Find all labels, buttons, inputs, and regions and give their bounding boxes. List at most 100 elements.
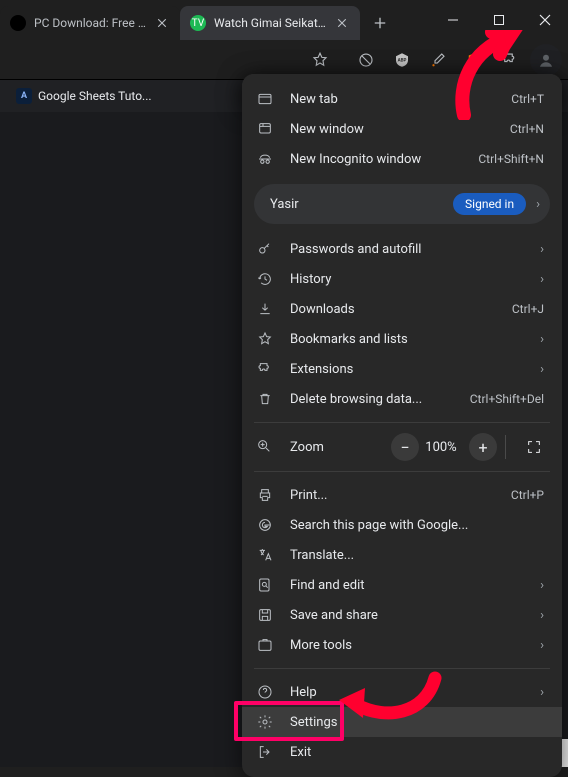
profile-avatar-icon[interactable] <box>530 44 562 76</box>
menu-label: Print... <box>290 488 503 503</box>
profile-name: Yasir <box>270 197 453 212</box>
history-icon <box>256 270 274 288</box>
menu-help[interactable]: Help › <box>242 677 562 707</box>
menu-shortcut: Ctrl+P <box>511 488 544 502</box>
menu-label: Translate... <box>290 548 544 563</box>
signed-in-badge: Signed in <box>453 193 526 215</box>
google-icon <box>256 516 274 534</box>
menu-label: New tab <box>290 92 503 107</box>
bookmark-item-1[interactable]: A Google Sheets Tuto... <box>8 84 160 108</box>
fullscreen-button[interactable] <box>520 433 548 461</box>
help-icon <box>256 683 274 701</box>
menu-shortcut: Ctrl+N <box>510 122 544 136</box>
exit-icon <box>256 743 274 761</box>
star-icon <box>256 330 274 348</box>
new-tab-icon <box>256 90 274 108</box>
menu-clear-data[interactable]: Delete browsing data... Ctrl+Shift+Del <box>242 384 562 414</box>
menu-label: Downloads <box>290 302 504 317</box>
new-window-icon <box>256 120 274 138</box>
menu-translate[interactable]: Translate... <box>242 540 562 570</box>
extension-abp-icon[interactable]: ABP <box>386 44 418 76</box>
menu-new-window[interactable]: New window Ctrl+N <box>242 114 562 144</box>
menu-label: Bookmarks and lists <box>290 332 532 347</box>
tab-2[interactable]: TV Watch Gimai Seikatsu <box>180 6 360 40</box>
extension-shield-icon[interactable] <box>458 44 490 76</box>
tab-2-favicon: TV <box>190 15 206 31</box>
menu-label: Exit <box>290 745 544 760</box>
incognito-icon <box>256 150 274 168</box>
menu-label: Extensions <box>290 362 532 377</box>
save-icon <box>256 606 274 624</box>
chevron-right-icon: › <box>540 685 544 700</box>
tools-icon <box>256 636 274 654</box>
bookmark-star-icon[interactable] <box>304 44 336 76</box>
menu-print[interactable]: Print... Ctrl+P <box>242 480 562 510</box>
tab-1[interactable]: PC Download: Free do <box>0 6 180 40</box>
menu-label: More tools <box>290 638 532 653</box>
zoom-divider <box>505 435 506 459</box>
zoom-icon <box>256 438 274 456</box>
chevron-right-icon: › <box>540 638 544 653</box>
menu-shortcut: Ctrl+Shift+Del <box>470 392 544 406</box>
menu-downloads[interactable]: Downloads Ctrl+J <box>242 294 562 324</box>
menu-label: Help <box>290 685 532 700</box>
menu-shortcut: Ctrl+Shift+N <box>478 152 544 166</box>
extensions-puzzle-icon[interactable] <box>494 44 526 76</box>
menu-search-page[interactable]: Search this page with Google... <box>242 510 562 540</box>
maximize-button[interactable] <box>476 0 522 40</box>
window-controls <box>430 0 568 40</box>
gear-icon <box>256 713 274 731</box>
menu-new-incognito[interactable]: New Incognito window Ctrl+Shift+N <box>242 144 562 174</box>
close-window-button[interactable] <box>522 0 568 40</box>
menu-bookmarks[interactable]: Bookmarks and lists › <box>242 324 562 354</box>
chevron-right-icon: › <box>536 197 540 212</box>
menu-profile-chip[interactable]: Yasir Signed in › <box>254 184 550 224</box>
tab-1-close-icon[interactable] <box>154 15 170 31</box>
menu-shortcut: Ctrl+J <box>512 302 544 316</box>
chevron-right-icon: › <box>540 578 544 593</box>
menu-label: Delete browsing data... <box>290 392 462 407</box>
download-icon <box>256 300 274 318</box>
menu-label: Passwords and autofill <box>290 242 532 257</box>
bookmark-label: Google Sheets Tuto... <box>38 89 152 103</box>
bookmark-favicon: A <box>16 88 32 104</box>
menu-new-tab[interactable]: New tab Ctrl+T <box>242 84 562 114</box>
menu-label: Search this page with Google... <box>290 518 544 533</box>
menu-zoom-row: Zoom − 100% + <box>242 427 562 467</box>
menu-label: Settings <box>290 715 544 730</box>
menu-settings[interactable]: Settings <box>242 707 562 737</box>
menu-label: New window <box>290 122 502 137</box>
menu-divider <box>254 668 550 669</box>
zoom-label: Zoom <box>290 440 385 455</box>
extension-eyedropper-icon[interactable] <box>422 44 454 76</box>
trash-icon <box>256 390 274 408</box>
menu-find[interactable]: Find and edit › <box>242 570 562 600</box>
tab-2-close-icon[interactable] <box>334 15 350 31</box>
tab-1-title: PC Download: Free do <box>34 16 146 30</box>
menu-label: Find and edit <box>290 578 532 593</box>
menu-exit[interactable]: Exit <box>242 737 562 767</box>
menu-history[interactable]: History › <box>242 264 562 294</box>
extension-1-icon[interactable] <box>350 44 382 76</box>
print-icon <box>256 486 274 504</box>
menu-save-share[interactable]: Save and share › <box>242 600 562 630</box>
key-icon <box>256 240 274 258</box>
translate-icon <box>256 546 274 564</box>
puzzle-icon <box>256 360 274 378</box>
menu-passwords[interactable]: Passwords and autofill › <box>242 234 562 264</box>
tab-2-title: Watch Gimai Seikatsu <box>214 16 326 30</box>
chevron-right-icon: › <box>540 362 544 377</box>
tab-1-favicon <box>10 15 26 31</box>
minimize-button[interactable] <box>430 0 476 40</box>
menu-divider <box>254 422 550 423</box>
menu-extensions[interactable]: Extensions › <box>242 354 562 384</box>
menu-label: Save and share <box>290 608 532 623</box>
menu-shortcut: Ctrl+T <box>511 92 544 106</box>
menu-divider <box>254 471 550 472</box>
menu-more-tools[interactable]: More tools › <box>242 630 562 660</box>
chevron-right-icon: › <box>540 242 544 257</box>
new-tab-button[interactable] <box>366 9 394 37</box>
zoom-in-button[interactable]: + <box>469 433 497 461</box>
zoom-out-button[interactable]: − <box>391 433 419 461</box>
find-icon <box>256 576 274 594</box>
